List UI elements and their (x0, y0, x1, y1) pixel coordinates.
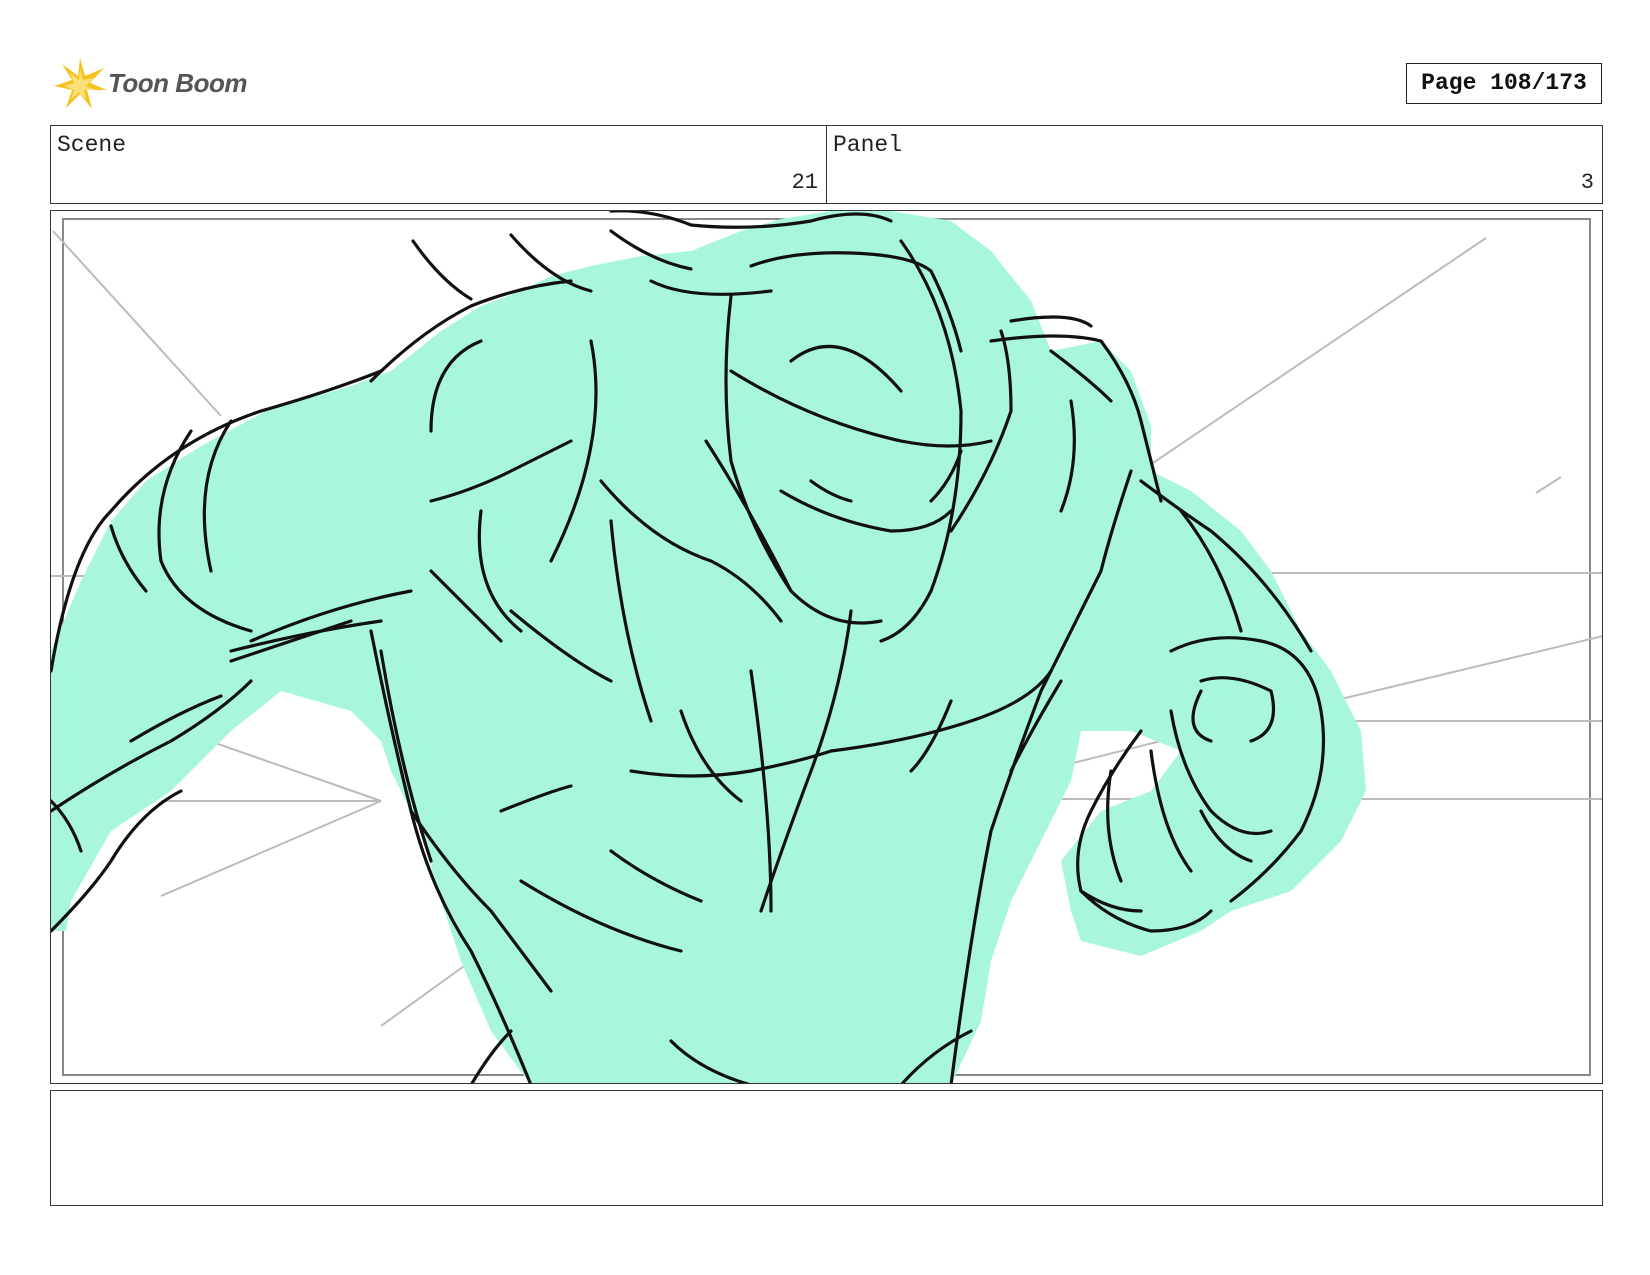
toon-boom-logo: Toon Boom (52, 56, 262, 112)
page-indicator: Page 108/173 (1406, 63, 1602, 104)
panel-label: Panel (833, 132, 903, 158)
panel-number: 3 (1580, 170, 1594, 195)
storyboard-panel (50, 210, 1603, 1084)
scene-cell: Scene 21 (51, 126, 826, 203)
panel-notes-box (50, 1090, 1603, 1206)
scene-panel-header: Scene 21 Panel 3 (50, 125, 1603, 204)
brand-name: Toon Boom (108, 68, 247, 98)
storyboard-sketch (51, 211, 1602, 1083)
toon-boom-star-icon (54, 58, 107, 109)
panel-cell: Panel 3 (826, 126, 1602, 203)
scene-label: Scene (57, 132, 127, 158)
scene-number: 21 (791, 170, 818, 195)
